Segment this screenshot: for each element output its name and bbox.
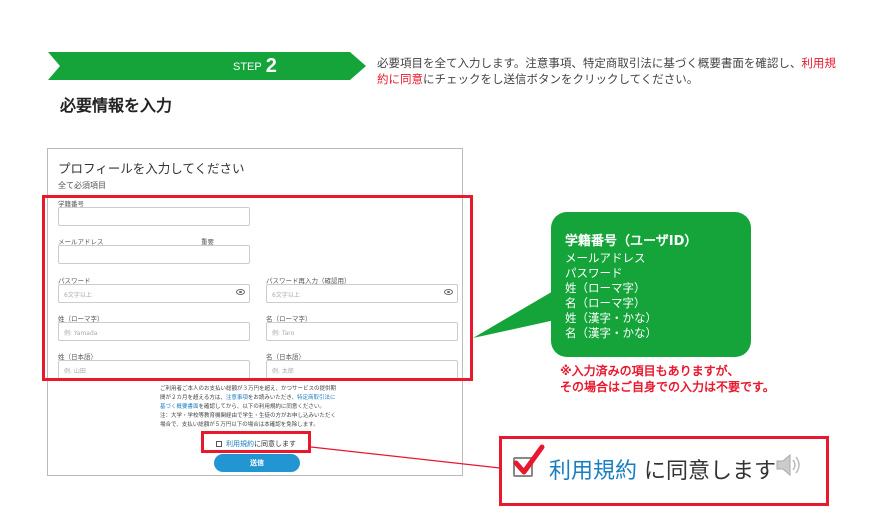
callout-item: メールアドレス <box>565 251 646 265</box>
callout-item: パスワード <box>565 266 623 280</box>
speaker-icon[interactable] <box>775 452 803 478</box>
check-mark-icon <box>513 444 545 475</box>
required-fields-callout: 学籍番号（ユーザID） メールアドレス パスワード 姓（ローマ字） 名（ローマ字… <box>551 212 751 357</box>
callout-item: 姓（漢字・かな） <box>565 311 657 325</box>
terms-zoom-box: 利用規約 に同意します <box>499 436 829 506</box>
callout-item: 姓（ローマ字） <box>565 281 646 295</box>
terms-link-zoom[interactable]: 利用規約 <box>549 459 637 484</box>
callout-item: 名（漢字・かな） <box>565 326 657 340</box>
terms-zoom-label: 利用規約 に同意します <box>549 459 777 484</box>
warning-note: ※入力済みの項目もありますが、 その場合はご自身での入力は不要です。 <box>560 364 775 394</box>
callout-heading: 学籍番号（ユーザID） <box>565 234 698 249</box>
callout-item: 名（ローマ字） <box>565 296 646 310</box>
